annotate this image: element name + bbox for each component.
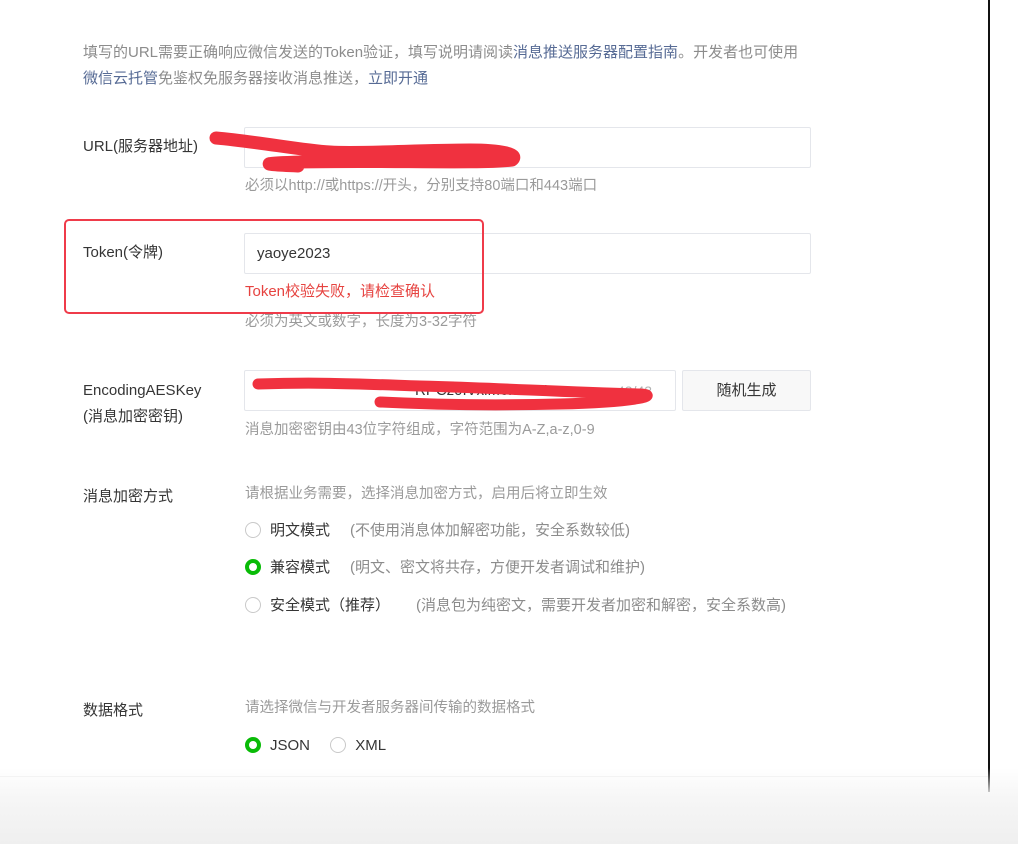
option-name: JSON	[270, 737, 311, 754]
aes-label: EncodingAESKey (消息加密密钥)	[83, 380, 201, 428]
aes-key-value: RPCz0IVxlM6h3ON	[415, 382, 548, 399]
url-tip: 必须以http://或https://开头，分别支持80端口和443端口	[245, 178, 598, 194]
url-input[interactable]	[244, 127, 811, 168]
option-name: 明文模式	[270, 522, 331, 539]
intro-text-part: 填写的URL需要正确响应微信发送的Token验证，填写说明请阅读	[83, 44, 514, 61]
option-desc: (明文、密文将共存，方便开发者调试和维护)	[350, 559, 646, 576]
radio-secure-mode[interactable]: 安全模式（推荐） (消息包为纯密文，需要开发者加密和解密，安全系数高)	[245, 593, 805, 619]
option-desc: (不使用消息体加解密功能，安全系数较低)	[350, 522, 631, 539]
aes-key-counter: 43/43	[617, 383, 653, 399]
format-tip: 请选择微信与开发者服务器间传输的数据格式	[245, 700, 535, 716]
aes-key-input[interactable]: RPCz0IVxlM6h3ON	[244, 370, 676, 411]
intro-text: 填写的URL需要正确响应微信发送的Token验证，填写说明请阅读消息推送服务器配…	[83, 40, 813, 92]
url-label: URL(服务器地址)	[83, 138, 198, 155]
right-divider	[988, 0, 990, 792]
radio-compatible-mode[interactable]: 兼容模式 (明文、密文将共存，方便开发者调试和维护)	[245, 557, 645, 579]
option-name: 兼容模式	[270, 559, 331, 576]
open-now-link[interactable]: 立即开通	[368, 70, 428, 87]
intro-text-part: 免鉴权免服务器接收消息推送，	[158, 70, 369, 87]
radio-json[interactable]: JSON	[245, 737, 310, 754]
option-name: 安全模式（推荐）	[270, 597, 391, 614]
radio-plaintext-mode[interactable]: 明文模式 (不使用消息体加解密功能，安全系数较低)	[245, 520, 630, 542]
bottom-fade-edge	[0, 776, 988, 777]
radio-circle-icon[interactable]	[330, 737, 347, 753]
format-options: JSON XML	[245, 735, 386, 757]
cloud-hosting-link[interactable]: 微信云托管	[83, 70, 158, 87]
token-tip: 必须为英文或数字，长度为3-32字符	[245, 314, 478, 330]
encrypt-label: 消息加密方式	[83, 488, 174, 505]
bottom-fade-overlay	[0, 768, 1018, 844]
format-label: 数据格式	[83, 702, 144, 719]
radio-circle-icon[interactable]	[245, 597, 261, 613]
random-generate-button[interactable]: 随机生成	[682, 370, 811, 411]
radio-xml[interactable]: XML	[330, 737, 386, 754]
option-desc: (消息包为纯密文，需要开发者加密和解密，安全系数高)	[416, 597, 787, 614]
radio-checked-icon[interactable]	[245, 737, 261, 753]
option-name: XML	[355, 737, 387, 754]
encrypt-tip: 请根据业务需要，选择消息加密方式，启用后将立即生效	[245, 486, 608, 502]
intro-text-part: 。开发者也可使用	[678, 44, 799, 61]
annotation-highlight-box	[64, 219, 484, 314]
radio-circle-icon[interactable]	[245, 522, 261, 538]
radio-checked-icon[interactable]	[245, 559, 261, 575]
config-guide-link[interactable]: 消息推送服务器配置指南	[513, 44, 678, 61]
aes-tip: 消息加密密钥由43位字符组成，字符范围为A-Z,a-z,0-9	[245, 422, 595, 438]
aes-label-line2: (消息加密密钥)	[83, 408, 183, 425]
aes-label-line1: EncodingAESKey	[83, 382, 202, 399]
